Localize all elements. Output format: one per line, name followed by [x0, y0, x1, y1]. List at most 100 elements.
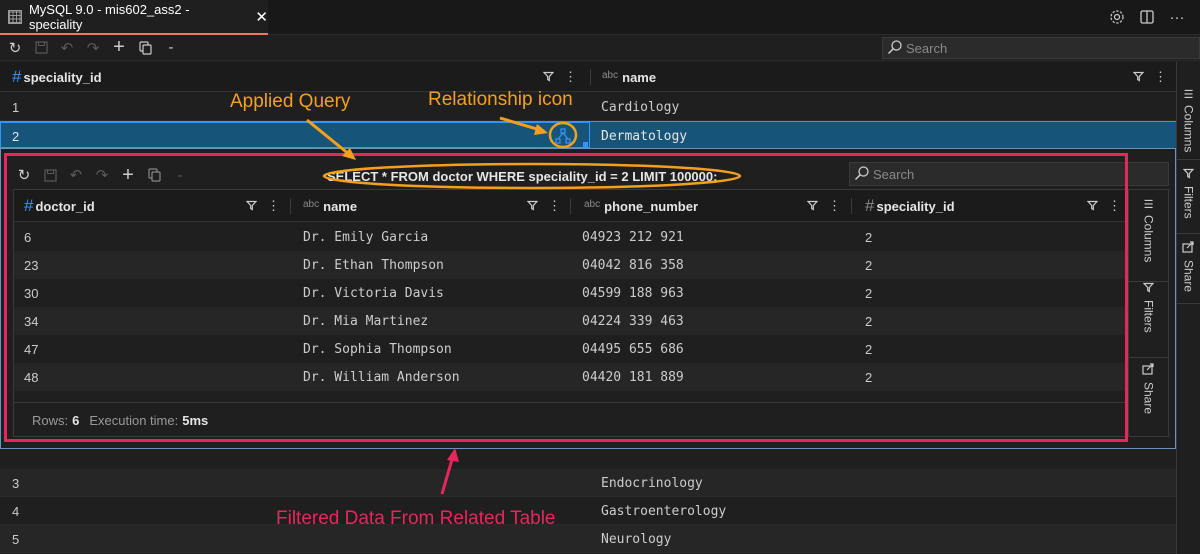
nested-search-input[interactable]	[873, 166, 1153, 182]
cell-name[interactable]: Cardiology	[601, 93, 679, 121]
table-row[interactable]: 30 Dr. Victoria Davis 04599 188 963 2	[14, 279, 1128, 307]
column-menu-icon[interactable]: ⋮	[564, 69, 577, 85]
rows-label: Rows:	[32, 412, 69, 428]
cell-phone-number[interactable]: 04042 816 358	[582, 251, 684, 279]
cell-phone-number[interactable]: 04495 655 686	[582, 335, 684, 363]
cell-name[interactable]: Dr. Sophia Thompson	[303, 335, 452, 363]
column-menu-icon[interactable]: ⋮	[267, 198, 280, 214]
cell-speciality-id[interactable]: 2	[865, 335, 872, 363]
column-header-phone-number[interactable]: abc phone_number	[584, 190, 698, 222]
cell-name[interactable]: Dr. Victoria Davis	[303, 279, 444, 307]
refresh-icon[interactable]: ↻	[11, 164, 37, 186]
search-field[interactable]	[882, 37, 1200, 59]
relationship-icon[interactable]	[553, 126, 573, 146]
table-row-selected[interactable]: 2 Dermatology	[0, 121, 1176, 149]
cell-name[interactable]: Dermatology	[601, 122, 687, 150]
cell-speciality-id[interactable]: 2	[865, 251, 872, 279]
cell-doctor-id[interactable]: 48	[24, 363, 38, 391]
cell-doctor-id[interactable]: 34	[24, 307, 38, 335]
cell-name[interactable]: Dr. Emily Garcia	[303, 223, 428, 251]
cell-speciality-id[interactable]: 2	[865, 279, 872, 307]
table-row[interactable]: 4 Gastroenterology	[0, 497, 1176, 525]
redo-icon[interactable]: ↷	[80, 37, 106, 59]
column-divider[interactable]	[290, 198, 291, 214]
column-divider[interactable]	[851, 198, 852, 214]
split-editor-icon[interactable]	[1138, 7, 1156, 27]
cell-speciality-id[interactable]: 2	[865, 223, 872, 251]
filter-icon[interactable]	[542, 70, 555, 85]
column-header-speciality-id[interactable]: # speciality_id	[12, 62, 102, 92]
table-row[interactable]: 5 Neurology	[0, 525, 1176, 553]
table-row[interactable]: 23 Dr. Ethan Thompson 04042 816 358 2	[14, 251, 1128, 279]
cell-name[interactable]: Dr. Mia Martinez	[303, 307, 428, 335]
column-header-name[interactable]: abc name	[303, 190, 357, 222]
cell-phone-number[interactable]: 04224 339 463	[582, 307, 684, 335]
tab-speciality[interactable]: MySQL 9.0 - mis602_ass2 - speciality ✕	[0, 0, 268, 35]
cell-speciality-id[interactable]: 2	[12, 122, 19, 150]
cell-name[interactable]: Dr. Ethan Thompson	[303, 251, 444, 279]
gear-icon[interactable]	[1108, 7, 1126, 27]
filters-panel-button[interactable]: Filters	[1129, 282, 1168, 358]
column-menu-icon[interactable]: ⋮	[828, 198, 841, 214]
filter-icon[interactable]	[245, 199, 258, 214]
cell-phone-number[interactable]: 04923 212 921	[582, 223, 684, 251]
cell-speciality-id[interactable]: 3	[12, 469, 19, 497]
filter-icon[interactable]	[526, 199, 539, 214]
cell-name[interactable]: Neurology	[601, 525, 671, 553]
column-header-speciality-id[interactable]: # speciality_id	[865, 190, 955, 222]
cell-doctor-id[interactable]: 47	[24, 335, 38, 363]
save-icon[interactable]	[28, 37, 54, 59]
cell-speciality-id[interactable]: 5	[12, 525, 19, 553]
share-panel-button[interactable]: Share	[1129, 362, 1168, 422]
column-menu-icon[interactable]: ⋮	[1108, 198, 1121, 214]
cell-doctor-id[interactable]: 23	[24, 251, 38, 279]
copy-icon[interactable]	[141, 164, 167, 186]
cell-speciality-id[interactable]: 2	[865, 363, 872, 391]
table-row[interactable]: 48 Dr. William Anderson 04420 181 889 2	[14, 363, 1128, 391]
save-icon[interactable]	[37, 164, 63, 186]
cell-phone-number[interactable]: 04599 188 963	[582, 279, 684, 307]
column-menu-icon[interactable]: ⋮	[1154, 69, 1167, 85]
columns-label: Columns	[1181, 105, 1196, 153]
column-header-name[interactable]: abc name	[602, 62, 656, 92]
cell-name[interactable]: Gastroenterology	[601, 497, 726, 525]
redo-icon[interactable]: ↷	[89, 164, 115, 186]
columns-panel-button[interactable]: ☰ Columns	[1129, 198, 1168, 282]
column-menu-icon[interactable]: ⋮	[548, 198, 561, 214]
add-row-icon[interactable]: +	[106, 36, 132, 59]
filter-icon[interactable]	[1132, 70, 1145, 85]
add-row-icon[interactable]: +	[115, 164, 141, 186]
cell-phone-number[interactable]: 04420 181 889	[582, 363, 684, 391]
cell-name[interactable]: Dr. William Anderson	[303, 363, 460, 391]
share-panel-button[interactable]: Share	[1177, 240, 1200, 304]
cell-name[interactable]: Endocrinology	[601, 469, 703, 497]
fill-handle[interactable]	[583, 142, 588, 147]
nested-search-field[interactable]	[849, 162, 1169, 186]
undo-icon[interactable]: ↶	[63, 164, 89, 186]
filter-icon[interactable]	[1086, 199, 1099, 214]
filter-icon[interactable]	[806, 199, 819, 214]
cell-speciality-id[interactable]: 1	[12, 93, 19, 121]
cell-doctor-id[interactable]: 30	[24, 279, 38, 307]
column-header-doctor-id[interactable]: # doctor_id	[24, 190, 95, 222]
columns-panel-button[interactable]: ☰ Columns	[1177, 88, 1200, 160]
close-icon[interactable]: ✕	[255, 8, 268, 26]
cell-speciality-id[interactable]: 4	[12, 497, 19, 525]
copy-icon[interactable]	[132, 37, 158, 59]
column-divider[interactable]	[570, 198, 571, 214]
refresh-icon[interactable]: ↻	[2, 37, 28, 59]
cell-speciality-id[interactable]: 2	[865, 307, 872, 335]
remove-row-icon[interactable]: -	[158, 37, 184, 59]
undo-icon[interactable]: ↶	[54, 37, 80, 59]
table-row[interactable]: 34 Dr. Mia Martinez 04224 339 463 2	[14, 307, 1128, 335]
table-row[interactable]: 3 Endocrinology	[0, 469, 1176, 497]
table-row[interactable]: 1 Cardiology	[0, 93, 1176, 121]
more-icon[interactable]: ···	[1168, 7, 1186, 27]
column-divider[interactable]	[590, 69, 591, 85]
filters-panel-button[interactable]: Filters	[1177, 168, 1200, 234]
table-row[interactable]: 47 Dr. Sophia Thompson 04495 655 686 2	[14, 335, 1128, 363]
remove-row-icon[interactable]: -	[167, 164, 193, 186]
search-input[interactable]	[906, 40, 1186, 56]
cell-doctor-id[interactable]: 6	[24, 223, 31, 251]
table-row[interactable]: 6 Dr. Emily Garcia 04923 212 921 2	[14, 223, 1128, 251]
